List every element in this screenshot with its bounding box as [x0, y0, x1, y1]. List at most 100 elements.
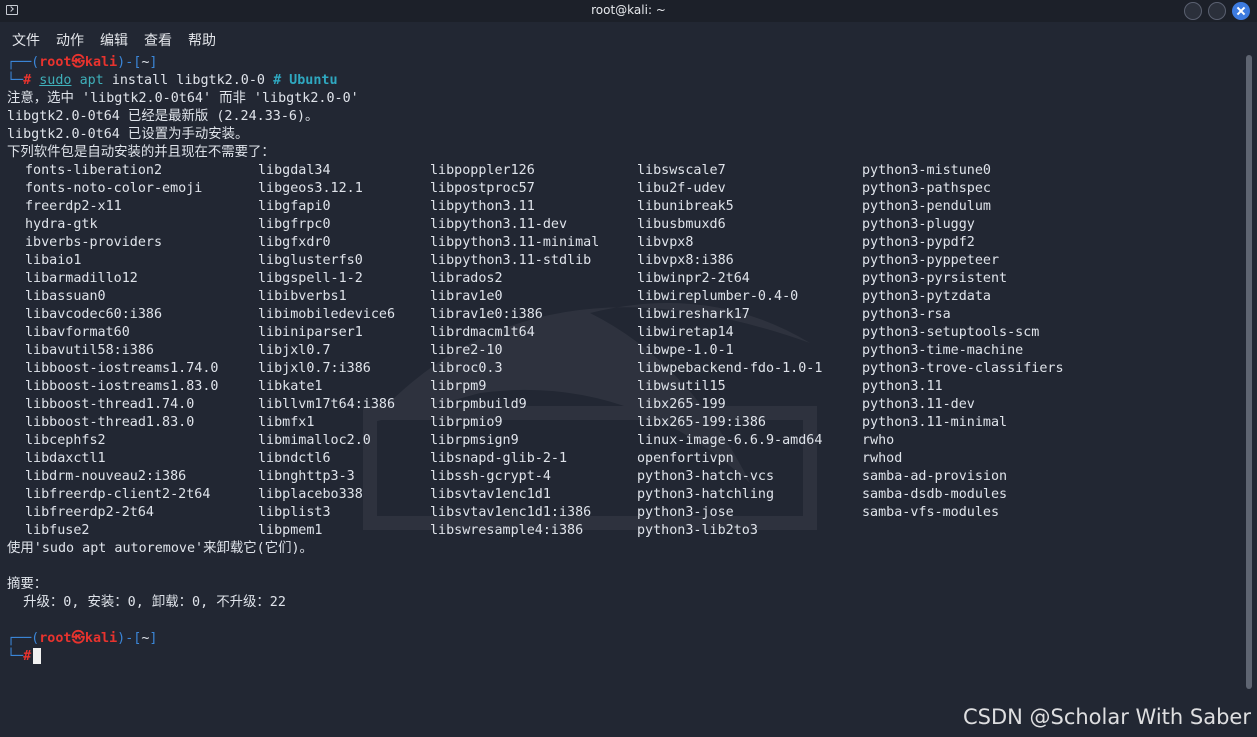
package-name: libpython3.11-stdlib — [430, 253, 592, 268]
prompt-at-symbol: ㉿ — [71, 631, 85, 646]
package-name: libsvtav1enc1d1 — [430, 487, 551, 502]
output-line: libgtk2.0-0t64 已设置为手动安装。 — [7, 127, 249, 142]
package-name: libpoppler126 — [430, 163, 535, 178]
package-name: libdrm-nouveau2:i386 — [25, 469, 187, 484]
prompt-user: root — [39, 55, 72, 70]
package-name: python3-lib2to3 — [637, 523, 758, 538]
package-name: ibverbs-providers — [25, 235, 163, 250]
package-name: libusbmuxd6 — [637, 217, 726, 232]
package-name: libgfapi0 — [258, 199, 331, 214]
menu-file[interactable]: 文件 — [12, 30, 40, 50]
csdn-watermark: CSDN @Scholar With Saber — [962, 705, 1251, 729]
package-name: python3.11-dev — [862, 397, 975, 412]
package-name: libiniparser1 — [258, 325, 363, 340]
package-name: python3-pyrsistent — [862, 271, 1008, 286]
output-line: 下列软件包是自动安装的并且现在不需要了： — [7, 145, 275, 160]
menu-edit[interactable]: 编辑 — [100, 30, 128, 50]
package-name: libwpebackend-fdo-1.0-1 — [637, 361, 823, 376]
package-name: libswscale7 — [637, 163, 726, 178]
kali-logo-watermark — [363, 303, 817, 530]
package-name: python3-hatchling — [637, 487, 775, 502]
package-name: libx265-199:i386 — [637, 415, 766, 430]
package-name: libu2f-udev — [637, 181, 726, 196]
package-name: libwireshark17 — [637, 307, 750, 322]
package-name: libfreerdp-client2-2t64 — [25, 487, 211, 502]
package-name: libaio1 — [25, 253, 82, 268]
window-title: root@kali: ~ — [591, 3, 666, 17]
package-name: libx265-199 — [637, 397, 726, 412]
cmd-apt: apt — [79, 73, 104, 88]
package-name: python3-setuptools-scm — [862, 325, 1040, 340]
package-name: python3-pypdf2 — [862, 235, 975, 250]
package-name: rwhod — [862, 451, 903, 466]
command-line: └─# sudo apt install libgtk2.0-0 # Ubunt… — [7, 73, 338, 88]
package-name: libavcodec60:i386 — [25, 307, 163, 322]
prompt-line-top: ┌──(root㉿kali)-[~] — [7, 55, 158, 70]
package-name: libpython3.11-dev — [430, 217, 568, 232]
maximize-button[interactable] — [1208, 2, 1226, 20]
package-name: python3-pyppeteer — [862, 253, 1000, 268]
package-name: librdmacm1t64 — [430, 325, 535, 340]
package-name: libpython3.11 — [430, 199, 535, 214]
package-name: python3-time-machine — [862, 343, 1024, 358]
package-name: libunibreak5 — [637, 199, 734, 214]
package-name: librpmsign9 — [430, 433, 519, 448]
package-name: python3.11 — [862, 379, 943, 394]
input-line[interactable]: └─# — [7, 648, 42, 666]
package-name: libplist3 — [258, 505, 331, 520]
summary-title: 摘要： — [7, 577, 48, 592]
package-name: libndctl6 — [258, 451, 331, 466]
close-button[interactable] — [1232, 2, 1250, 20]
package-name: python3-pathspec — [862, 181, 991, 196]
package-name: python3-pendulum — [862, 199, 991, 214]
package-name: python3-mistune0 — [862, 163, 991, 178]
menu-bar: 文件 动作 编辑 查看 帮助 — [0, 22, 1257, 53]
package-name: libdaxctl1 — [25, 451, 106, 466]
cmd-sudo: sudo — [39, 73, 72, 88]
package-name: libglusterfs0 — [258, 253, 363, 268]
package-name: librados2 — [430, 271, 503, 286]
package-name: libboost-iostreams1.74.0 — [25, 361, 219, 376]
prompt-host: kali — [84, 631, 118, 646]
package-name: librpmbuild9 — [430, 397, 527, 412]
package-name: libssh-gcrypt-4 — [430, 469, 551, 484]
prompt-at-symbol: ㉿ — [71, 55, 85, 70]
package-name: libgfrpc0 — [258, 217, 331, 232]
menu-help[interactable]: 帮助 — [188, 30, 216, 50]
package-name: python3.11-minimal — [862, 415, 1008, 430]
package-name: librav1e0 — [430, 289, 503, 304]
output-line: libgtk2.0-0t64 已经是最新版 (2.24.33-6)。 — [7, 109, 319, 124]
cmd-args: install libgtk2.0-0 — [111, 73, 265, 88]
vertical-scrollbar[interactable] — [1243, 53, 1257, 737]
package-name: libfreerdp2-2t64 — [25, 505, 154, 520]
package-name: libibverbs1 — [258, 289, 347, 304]
package-name: libllvm17t64:i386 — [258, 397, 396, 412]
package-name: libgfxdr0 — [258, 235, 331, 250]
package-name: libfuse2 — [25, 523, 90, 538]
package-name: libwiretap14 — [637, 325, 734, 340]
package-name: linux-image-6.6.9-amd64 — [637, 433, 823, 448]
prompt-line-top: ┌──(root㉿kali)-[~] — [7, 631, 158, 646]
package-name: python3-trove-classifiers — [862, 361, 1064, 376]
package-name: libboost-iostreams1.83.0 — [25, 379, 219, 394]
menu-action[interactable]: 动作 — [56, 30, 84, 50]
package-name: libplacebo338 — [258, 487, 363, 502]
package-name: libroc0.3 — [430, 361, 503, 376]
package-name: fonts-noto-color-emoji — [25, 181, 203, 196]
prompt-user: root — [39, 631, 72, 646]
package-name: libvpx8 — [637, 235, 694, 250]
minimize-button[interactable] — [1184, 2, 1202, 20]
package-name: python3-rsa — [862, 307, 951, 322]
package-name: libavutil58:i386 — [25, 343, 154, 358]
package-name: libjxl0.7:i386 — [258, 361, 371, 376]
package-name: librpm9 — [430, 379, 487, 394]
terminal-output[interactable]: ┌──(root㉿kali)-[~] └─# sudo apt install … — [0, 53, 1243, 737]
package-name: libavformat60 — [25, 325, 130, 340]
cmd-comment: # Ubuntu — [273, 73, 338, 88]
package-name: libgdal34 — [258, 163, 331, 178]
scrollbar-thumb[interactable] — [1246, 55, 1252, 689]
package-name: fonts-liberation2 — [25, 163, 163, 178]
package-name: samba-dsdb-modules — [862, 487, 1008, 502]
autoremove-hint: 使用'sudo apt autoremove'来卸载它(它们)。 — [7, 541, 313, 556]
menu-view[interactable]: 查看 — [144, 30, 172, 50]
